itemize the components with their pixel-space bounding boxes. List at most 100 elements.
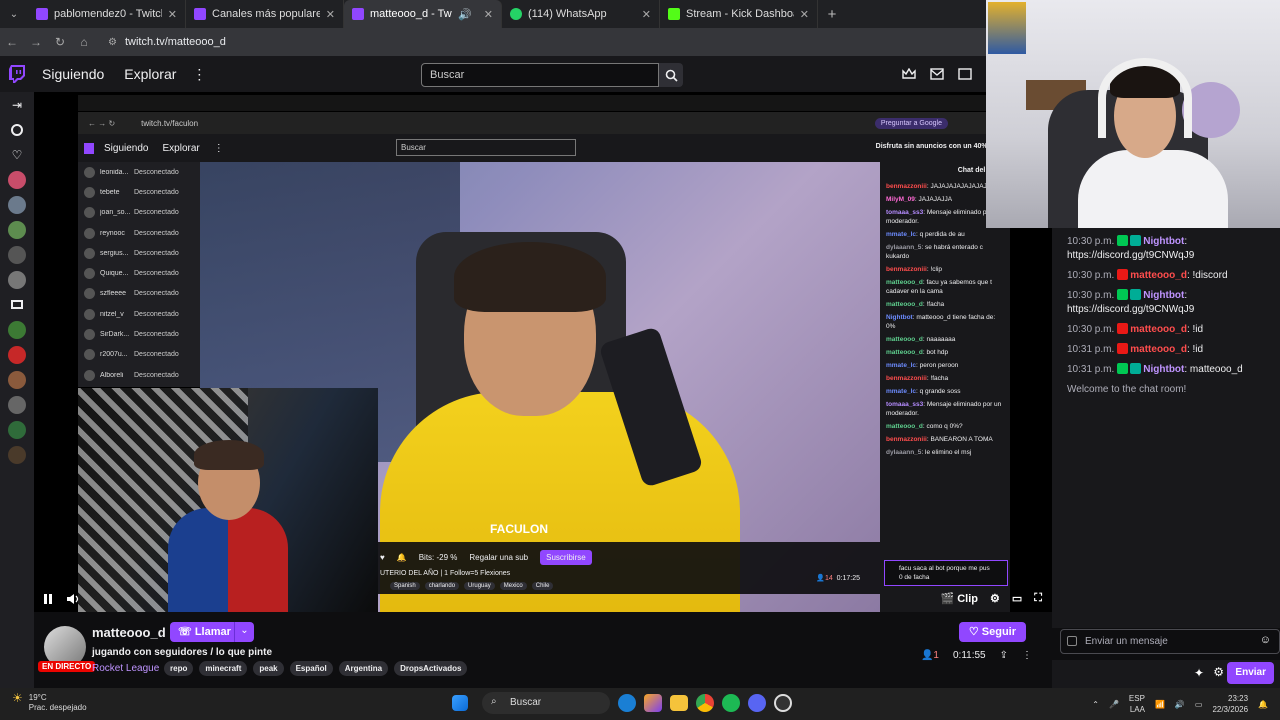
channel-avatar[interactable] [0,217,34,242]
obs-icon[interactable] [774,694,792,712]
nav-browse-link[interactable]: Explorar [124,66,176,82]
inner-chat-message: benmazzoniii: BANEARON A TOMA [886,436,993,443]
windows-start-icon[interactable] [452,695,468,711]
chat-username[interactable]: matteooo_d [1130,344,1187,355]
tab-search-chevron-icon[interactable]: ⌄ [0,0,28,28]
input-language[interactable]: ESP LAA [1129,693,1145,715]
whispers-icon[interactable] [958,67,972,85]
channel-avatar[interactable] [0,167,34,192]
browser-tab[interactable]: Stream - Kick Dashboard ✕ [660,0,818,28]
stream-category-link[interactable]: Rocket League [92,663,159,674]
channel-avatar[interactable] [0,392,34,417]
speaker-icon[interactable]: 🔊 [458,8,472,21]
close-tab-icon[interactable]: ✕ [484,8,493,21]
channel-avatar[interactable] [0,367,34,392]
browser-tab[interactable]: (114) WhatsApp ✕ [502,0,660,28]
more-options-icon[interactable]: ⋮ [192,66,206,83]
send-message-button[interactable]: Enviar [1227,662,1274,684]
clock[interactable]: 23:23 22/3/2026 [1212,693,1248,715]
wifi-icon[interactable]: 📶 [1155,700,1165,709]
crown-icon[interactable] [902,67,916,85]
video-icon[interactable] [0,292,34,317]
weather-widget[interactable]: ☀ 19°C Prac. despejado [12,692,87,713]
battery-icon[interactable]: ▭ [1195,700,1203,709]
heart-icon[interactable]: ♡ [0,142,34,167]
search-input[interactable]: Buscar [421,63,659,87]
share-icon[interactable]: ⇪ [1000,650,1008,661]
follow-button[interactable]: ♡ Seguir [958,622,1026,642]
chat-username[interactable]: matteooo_d [1130,270,1187,281]
more-options-icon[interactable]: ⋮ [1022,650,1032,661]
chat-username[interactable]: Nightbot [1143,290,1184,301]
speaker-icon[interactable]: 🔊 [1175,700,1185,709]
channel-avatar[interactable] [0,417,34,442]
back-icon[interactable]: ← [0,35,24,49]
taskbar-search[interactable]: ⌕ Buscar [482,692,610,714]
tag-pill[interactable]: minecraft [199,661,248,676]
fullscreen-icon[interactable]: ⛶ [1034,592,1042,605]
chat-message-input[interactable]: Enviar un mensaje ☺ [1060,629,1280,654]
search-button[interactable] [659,63,683,87]
chat-username[interactable]: Nightbot [1143,364,1184,375]
forward-icon[interactable]: → [24,35,48,49]
call-button[interactable]: ☏ Llamar [170,622,241,642]
site-info-icon[interactable]: ⚙ [108,37,117,48]
inbox-icon[interactable] [930,67,944,85]
spotify-icon[interactable] [722,694,740,712]
inner-gift-sub: Regalar una sub [469,553,529,562]
close-tab-icon[interactable]: ✕ [168,8,177,21]
home-icon[interactable]: ⌂ [72,35,96,49]
clip-button[interactable]: 🎬 Clip [940,592,978,605]
settings-icon[interactable]: ⚙ [990,592,1000,605]
edge-icon[interactable] [618,694,636,712]
channel-name[interactable]: matteooo_d [92,625,166,640]
browser-tab-active[interactable]: matteooo_d - Twitch 🔊 ✕ [344,0,502,28]
close-tab-icon[interactable]: ✕ [326,8,335,21]
emote-card-icon[interactable] [1067,636,1077,646]
chrome-icon[interactable] [696,694,714,712]
volume-icon[interactable] [66,592,80,610]
twitch-logo-icon[interactable] [0,56,34,92]
stories-icon[interactable] [0,117,34,142]
tag-pill[interactable]: Argentina [338,661,389,676]
chat-message: 10:31 p.m. matteooo_d: !id [1067,343,1204,355]
close-tab-icon[interactable]: ✕ [642,8,651,21]
tag-pill[interactable]: Español [289,661,333,676]
chat-username[interactable]: matteooo_d [1130,324,1187,335]
emote-picker-icon[interactable]: ☺ [1260,634,1271,646]
chat-username[interactable]: Nightbot [1143,236,1184,247]
nav-following-link[interactable]: Siguiendo [42,66,104,82]
video-player[interactable]: ← → ↻ twitch.tv/faculon Preguntar a Goog… [34,92,1052,612]
inner-viewer-count: 14 [824,575,833,582]
chat-settings-icon[interactable]: ⚙ [1213,665,1224,679]
new-tab-icon[interactable]: + [818,6,846,23]
channel-avatar[interactable] [0,242,34,267]
notifications-icon[interactable]: 🔔 [1258,700,1268,709]
tray-chevron-up-icon[interactable]: ⌃ [1092,700,1099,709]
inner-uptime: 0:17:25 [836,575,860,582]
discord-icon[interactable] [748,694,766,712]
stream-stats: 👤1 0:11:55 ⇪ ⋮ [921,650,1032,661]
weather-text: 19°C Prac. despejado [29,693,87,713]
theatre-mode-icon[interactable]: ▭ [1012,592,1022,605]
microphone-icon[interactable]: 🎤 [1109,700,1119,709]
tag-pill[interactable]: peak [253,661,284,676]
tag-pill[interactable]: DropsActivados [394,661,468,676]
channel-avatar[interactable] [0,442,34,467]
channel-avatar[interactable] [0,267,34,292]
channel-points-icon[interactable]: ✦ [1194,666,1204,680]
channel-avatar[interactable] [0,317,34,342]
browser-tab[interactable]: Canales más populares - Twitch ✕ [186,0,344,28]
browser-tab[interactable]: pablomendez0 - Twitch ✕ [28,0,186,28]
chevron-down-icon[interactable]: ⌄ [234,622,254,642]
channel-avatar[interactable] [0,342,34,367]
pause-icon[interactable] [42,592,54,610]
tag-pill[interactable]: repo [164,661,194,676]
file-explorer-icon[interactable] [670,695,688,711]
expand-sidebar-icon[interactable]: ⇥ [0,92,34,117]
close-tab-icon[interactable]: ✕ [800,8,809,21]
copilot-icon[interactable] [644,694,662,712]
url-field[interactable]: ⚙ twitch.tv/matteooo_d [102,31,986,53]
reload-icon[interactable]: ↻ [48,35,72,49]
channel-avatar[interactable] [0,192,34,217]
